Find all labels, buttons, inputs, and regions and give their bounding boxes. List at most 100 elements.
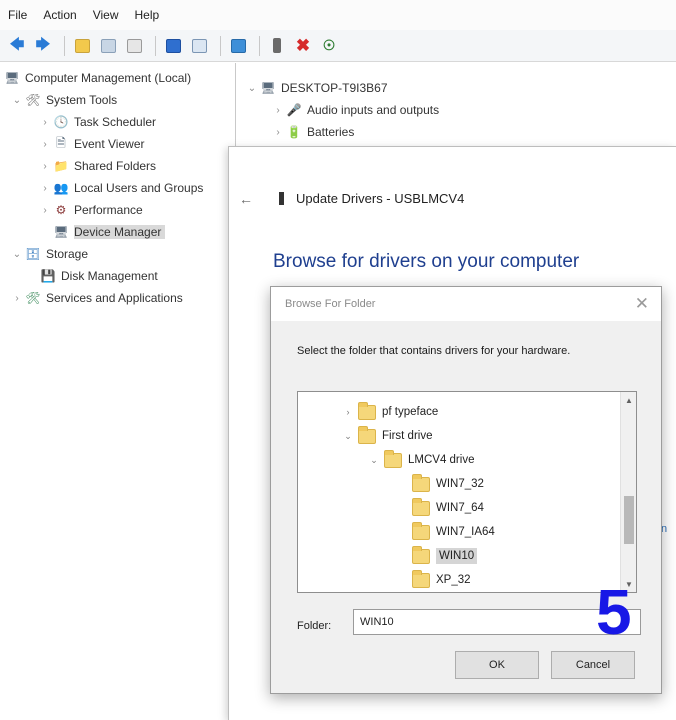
chevron-right-icon[interactable]: › bbox=[40, 183, 50, 194]
chevron-right-icon[interactable]: › bbox=[273, 105, 283, 116]
chevron-down-icon[interactable]: ⌄ bbox=[247, 83, 257, 94]
cancel-button[interactable]: Cancel bbox=[551, 651, 635, 679]
back-arrow-icon[interactable]: 🡄 bbox=[6, 35, 28, 57]
forward-arrow-icon[interactable]: 🡆 bbox=[32, 35, 54, 57]
battery-icon: 🔋 bbox=[286, 125, 302, 139]
services-icon: 🛠 bbox=[25, 291, 41, 305]
folder-item[interactable]: › pf typeface bbox=[342, 400, 438, 424]
chevron-right-icon[interactable]: › bbox=[40, 161, 50, 172]
tree-item-disk-management[interactable]: 💾 Disk Management bbox=[40, 265, 158, 287]
computer-icon: 🖥 bbox=[260, 81, 276, 95]
back-arrow-icon[interactable]: ← bbox=[239, 191, 253, 207]
tree-item-label: Event Viewer bbox=[74, 137, 145, 151]
disk-icon: 💾 bbox=[40, 269, 56, 283]
monitor-icon[interactable] bbox=[227, 35, 249, 57]
device-manager-icon: 🖥 bbox=[53, 225, 69, 239]
device-label: Batteries bbox=[307, 125, 355, 139]
menu-file[interactable]: File bbox=[8, 8, 27, 22]
uninstall-x-icon[interactable]: ✖ bbox=[292, 35, 314, 57]
usb-device-icon bbox=[279, 192, 284, 205]
scan-hardware-icon[interactable]: ☉ bbox=[318, 35, 340, 57]
device-label: DESKTOP-T9I3B67 bbox=[281, 81, 388, 95]
folder-tree[interactable]: › pf typeface ⌄ First drive ⌄ LMCV4 driv… bbox=[297, 391, 637, 593]
navigation-tree: 🖥 Computer Management (Local) ⌄ 🛠 System… bbox=[0, 63, 236, 720]
tree-item-local-users[interactable]: › 👥 Local Users and Groups bbox=[40, 177, 203, 199]
tree-item-label: Storage bbox=[46, 247, 89, 261]
folder-item[interactable]: WIN7_32 bbox=[412, 472, 484, 496]
menu-action[interactable]: Action bbox=[43, 8, 76, 22]
tree-item-label: System Tools bbox=[46, 93, 118, 107]
tree-item-services[interactable]: › 🛠 Services and Applications bbox=[12, 287, 182, 309]
tree-item-event-viewer[interactable]: › 🗎 Event Viewer bbox=[40, 133, 144, 155]
folder-name: XP_32 bbox=[436, 574, 471, 586]
step-number-annotation: 5 bbox=[596, 576, 632, 648]
device-computer[interactable]: ⌄ 🖥 DESKTOP-T9I3B67 bbox=[247, 77, 388, 99]
folder-item[interactable]: ⌄ First drive bbox=[342, 424, 432, 448]
audio-icon: 🎤 bbox=[286, 103, 302, 117]
folder-name: WIN7_IA64 bbox=[436, 526, 495, 538]
folder-item[interactable]: ⌄ LMCV4 drive bbox=[368, 448, 474, 472]
update-driver-icon[interactable] bbox=[266, 35, 288, 57]
folder-tree-scrollbar[interactable]: ▲ ▼ bbox=[620, 392, 636, 592]
folder-item-selected[interactable]: WIN10 bbox=[412, 544, 478, 568]
tree-item-label: Task Scheduler bbox=[74, 115, 157, 129]
folder-icon bbox=[412, 521, 430, 540]
chevron-right-icon[interactable]: › bbox=[342, 407, 354, 417]
event-viewer-icon: 🗎 bbox=[56, 135, 66, 150]
folder-icon bbox=[412, 473, 430, 492]
chevron-down-icon[interactable]: ⌄ bbox=[368, 455, 380, 466]
folder-name: First drive bbox=[382, 430, 433, 442]
device-batteries[interactable]: › 🔋 Batteries bbox=[273, 121, 354, 143]
ok-button[interactable]: OK bbox=[455, 651, 539, 679]
scrollbar-thumb[interactable] bbox=[624, 496, 634, 544]
menu-help[interactable]: Help bbox=[135, 8, 160, 22]
toolbar: 🡄 🡆 ✖ ☉ bbox=[0, 30, 676, 62]
chevron-right-icon[interactable]: › bbox=[12, 293, 22, 304]
chevron-down-icon[interactable]: ⌄ bbox=[12, 95, 22, 106]
action-pane-icon[interactable] bbox=[188, 35, 210, 57]
close-icon[interactable]: ✕ bbox=[635, 294, 649, 314]
tree-item-shared-folders[interactable]: › 📁 Shared Folders bbox=[40, 155, 156, 177]
show-hide-tree-icon[interactable] bbox=[97, 35, 119, 57]
tree-item-root[interactable]: 🖥 Computer Management (Local) bbox=[4, 67, 191, 89]
device-label: Audio inputs and outputs bbox=[307, 103, 440, 117]
folder-item[interactable]: WIN7_64 bbox=[412, 496, 484, 520]
dialog-instruction: Select the folder that contains drivers … bbox=[297, 345, 571, 357]
chevron-down-icon[interactable]: ⌄ bbox=[12, 249, 22, 260]
folder-icon bbox=[384, 449, 402, 468]
dialog-titlebar: Browse For Folder ✕ bbox=[271, 287, 661, 321]
shared-folder-icon: 📁 bbox=[53, 159, 69, 173]
folder-icon bbox=[412, 545, 430, 564]
scroll-up-icon[interactable]: ▲ bbox=[621, 392, 637, 408]
properties-icon[interactable] bbox=[123, 35, 145, 57]
computer-management-icon: 🖥 bbox=[4, 71, 20, 85]
device-audio[interactable]: › 🎤 Audio inputs and outputs bbox=[273, 99, 439, 121]
wizard-title-text: Update Drivers - USBLMCV4 bbox=[296, 191, 465, 206]
tree-item-label: Device Manager bbox=[74, 225, 166, 239]
tree-item-task-scheduler[interactable]: › 🕓 Task Scheduler bbox=[40, 111, 156, 133]
help-icon[interactable] bbox=[162, 35, 184, 57]
up-folder-icon[interactable] bbox=[71, 35, 93, 57]
storage-icon: 🗄 bbox=[25, 247, 41, 261]
menu-bar: File Action View Help bbox=[0, 0, 676, 30]
folder-icon bbox=[358, 401, 376, 420]
chevron-right-icon[interactable]: › bbox=[40, 139, 50, 150]
folder-name: WIN10 bbox=[436, 548, 478, 564]
tree-item-storage[interactable]: ⌄ 🗄 Storage bbox=[12, 243, 88, 265]
clock-icon: 🕓 bbox=[53, 115, 69, 129]
folder-item[interactable]: WIN7_IA64 bbox=[412, 520, 495, 544]
folder-name: WIN7_64 bbox=[436, 502, 484, 514]
chevron-right-icon[interactable]: › bbox=[40, 117, 50, 128]
performance-icon: ⚙ bbox=[55, 203, 67, 217]
folder-item[interactable]: XP_32 bbox=[412, 568, 471, 592]
tree-item-system-tools[interactable]: ⌄ 🛠 System Tools bbox=[12, 89, 117, 111]
chevron-down-icon[interactable]: ⌄ bbox=[342, 431, 354, 442]
tree-item-device-manager[interactable]: 🖥 Device Manager bbox=[53, 221, 166, 243]
menu-view[interactable]: View bbox=[93, 8, 119, 22]
folder-icon bbox=[412, 569, 430, 588]
toolbar-separator bbox=[64, 35, 65, 56]
chevron-right-icon[interactable]: › bbox=[273, 127, 283, 138]
chevron-right-icon[interactable]: › bbox=[40, 205, 50, 216]
folder-icon bbox=[412, 497, 430, 516]
tree-item-performance[interactable]: › ⚙ Performance bbox=[40, 199, 142, 221]
